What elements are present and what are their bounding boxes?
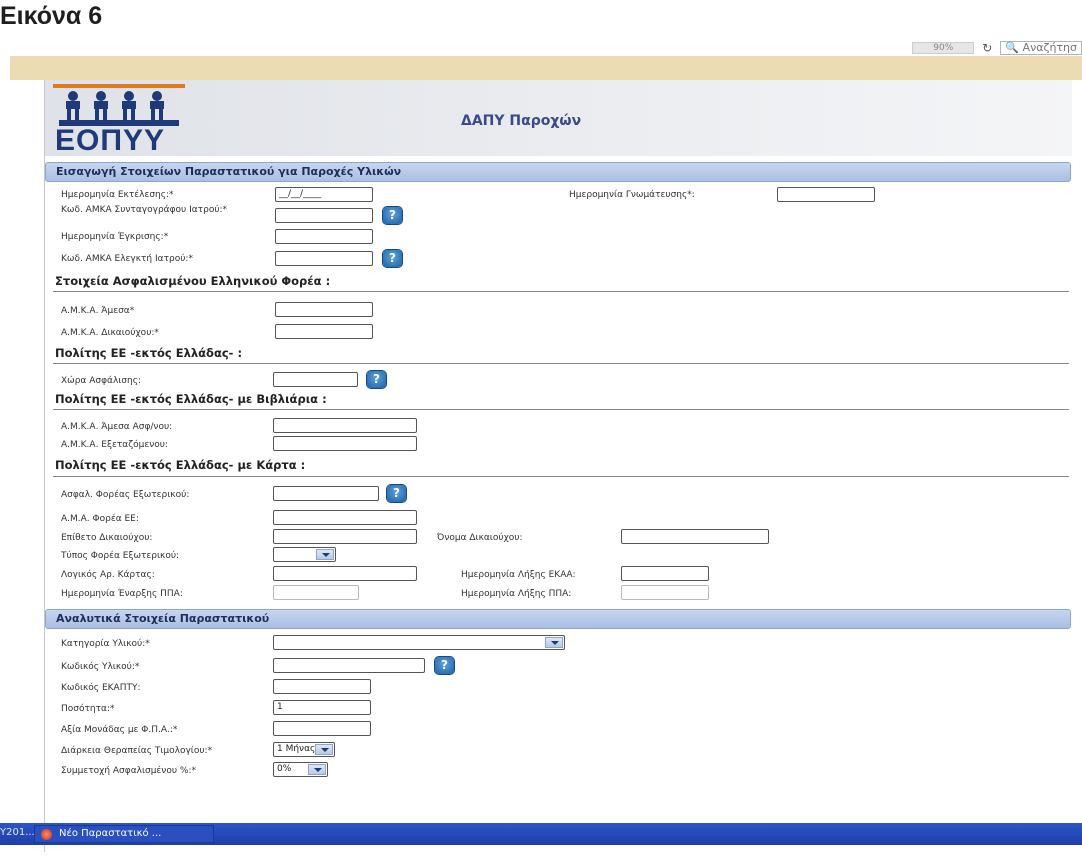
surname-label: Επίθετο Δικαιούχου:: [61, 533, 153, 543]
taskbar-left-item[interactable]: Y201...: [0, 827, 35, 838]
section-header-document-entry: Εισαγωγή Στοιχείων Παραστατικού για Παρο…: [45, 162, 1071, 182]
material-code-help-icon[interactable]: ?: [435, 657, 454, 674]
surname-input[interactable]: [273, 529, 417, 544]
controller-amka-input[interactable]: [275, 251, 373, 266]
eu-ama-label: Α.Μ.Α. Φορέα ΕΕ:: [61, 514, 139, 524]
quantity-label: Ποσότητα:*: [61, 704, 115, 714]
form-panel: ΕΟΠΥΥ ΔΑΠΥ Παροχών Εισαγωγή Στοιχείων Πα…: [44, 80, 1072, 852]
duration-label: Διάρκεια Θεραπείας Τιμολογίου:*: [61, 746, 213, 756]
foreign-fund-label: Ασφαλ. Φορέας Εξωτερικού:: [61, 490, 190, 500]
browser-toolbar: 90% ↻ 🔍 Αναζήτησ: [10, 40, 1082, 56]
category-select[interactable]: [273, 635, 565, 650]
browser-search-input[interactable]: 🔍 Αναζήτησ: [1000, 41, 1082, 55]
prescriber-amka-input[interactable]: [275, 208, 373, 223]
eu-book-heading: Πολίτης ΕΕ -εκτός Ελλάδας- με Βιβλιάρια …: [55, 392, 327, 406]
exec-date-input[interactable]: __/__/____: [275, 187, 373, 202]
app-title: ΔΑΠΥ Παροχών: [461, 113, 582, 129]
participation-select[interactable]: 0%: [273, 762, 328, 777]
opinion-date-label: Ημερομηνία Γνωμάτευσης*:: [569, 190, 695, 200]
direct-amka-label: Α.Μ.Κ.Α. Άμεσα*: [61, 306, 135, 316]
app-banner: ΕΟΠΥΥ ΔΑΠΥ Παροχών: [45, 80, 1072, 157]
approval-date-input[interactable]: [275, 229, 373, 244]
prescriber-amka-label: Κωδ. ΑΜΚΑ Συνταγογράφου Ιατρού:*: [61, 205, 228, 215]
ppa-expiry-label: Ημερομηνία Λήξης ΠΠΑ:: [461, 589, 572, 599]
duration-value: 1 Μήνας: [277, 744, 316, 754]
foreign-fund-help-icon[interactable]: ?: [387, 485, 406, 502]
ekapty-label: Κωδικός ΕΚΑΠΤΥ:: [61, 683, 141, 693]
figure-caption: Εικόνα 6: [0, 2, 103, 30]
logo-text: ΕΟΠΥΥ: [55, 124, 166, 157]
card-number-label: Λογικός Αρ. Κάρτας:: [61, 570, 155, 580]
card-number-input[interactable]: [273, 566, 417, 581]
taskbar-item-new-document[interactable]: Νέο Παραστατικό ...: [34, 825, 214, 843]
eu-ama-input[interactable]: [273, 510, 417, 525]
name-label: Όνομα Δικαιούχου:: [437, 533, 523, 543]
unit-value-label: Αξία Μονάδας με Φ.Π.Α.:*: [61, 725, 178, 735]
eu-card-heading: Πολίτης ΕΕ -εκτός Ελλάδας- με Κάρτα :: [55, 458, 306, 472]
divider: [53, 409, 1069, 410]
quantity-input[interactable]: 1: [273, 700, 371, 715]
zoom-level[interactable]: 90%: [912, 42, 975, 54]
country-help-icon[interactable]: ?: [367, 371, 386, 388]
unit-value-input[interactable]: [273, 721, 371, 736]
book-dependent-amka-label: Α.Μ.Κ.Α. Εξεταζόμενου:: [61, 440, 168, 450]
refresh-icon[interactable]: ↻: [982, 41, 992, 55]
fund-type-label: Τύπος Φορέα Εξωτερικού:: [61, 551, 180, 561]
name-input[interactable]: [621, 529, 769, 544]
participation-label: Συμμετοχή Ασφαλισμένου %:*: [61, 766, 196, 776]
book-direct-amka-input[interactable]: [273, 418, 417, 433]
eopyy-logo: ΕΟΠΥΥ: [53, 84, 185, 157]
prescriber-help-icon[interactable]: ?: [383, 207, 402, 224]
exec-date-label: Ημερομηνία Εκτέλεσης:*: [61, 190, 174, 200]
direct-amka-input[interactable]: [275, 302, 373, 317]
chevron-down-icon: [308, 764, 326, 775]
section-header-document-details: Αναλυτικά Στοιχεία Παραστατικού: [45, 609, 1071, 629]
opinion-date-input[interactable]: [777, 187, 875, 202]
divider: [53, 476, 1069, 477]
chevron-down-icon: [315, 744, 333, 755]
category-label: Κατηγορία Υλικού:*: [61, 639, 150, 649]
material-code-label: Κωδικός Υλικού:*: [61, 662, 140, 672]
ppa-start-input[interactable]: [273, 585, 359, 600]
country-input[interactable]: [273, 372, 358, 387]
screenshot: 90% ↻ 🔍 Αναζήτησ ΕΟΠΥΥ ΔΑΠΥ Παροχών Εισα…: [10, 40, 1082, 852]
participation-value: 0%: [277, 764, 292, 774]
chevron-down-icon: [545, 637, 563, 648]
beneficiary-amka-input[interactable]: [275, 324, 373, 339]
book-dependent-amka-input[interactable]: [273, 436, 417, 451]
material-code-input[interactable]: [273, 658, 425, 673]
ekaa-expiry-label: Ημερομηνία Λήξης ΕΚΑΑ:: [461, 570, 576, 580]
book-direct-amka-label: Α.Μ.Κ.Α. Άμεσα Ασφ/νου:: [61, 422, 173, 432]
country-label: Χώρα Ασφάλισης:: [61, 376, 142, 386]
eu-citizen-heading: Πολίτης ΕΕ -εκτός Ελλάδας- :: [55, 346, 243, 360]
fund-type-select[interactable]: [273, 547, 336, 562]
ppa-start-label: Ημερομηνία Έναρξης ΠΠΑ:: [61, 589, 183, 599]
search-icon: 🔍: [1005, 41, 1020, 54]
browser-app-icon: [41, 829, 52, 840]
ppa-expiry-input[interactable]: [621, 585, 709, 600]
duration-select[interactable]: 1 Μήνας: [273, 742, 335, 757]
beneficiary-amka-label: Α.Μ.Κ.Α. Δικαιούχου:*: [61, 328, 159, 338]
foreign-fund-input[interactable]: [273, 486, 379, 501]
controller-amka-label: Κωδ. ΑΜΚΑ Ελεγκτή Ιατρού:*: [61, 254, 193, 264]
divider: [53, 363, 1069, 364]
ekaa-expiry-input[interactable]: [621, 566, 709, 581]
windows-taskbar: Y201... Νέο Παραστατικό ...: [0, 823, 1082, 845]
controller-help-icon[interactable]: ?: [383, 250, 402, 267]
taskbar-item-label: Νέο Παραστατικό ...: [59, 828, 162, 839]
chevron-down-icon: [316, 549, 334, 560]
approval-date-label: Ημερομηνία Έγκρισης:*: [61, 232, 169, 242]
search-placeholder: Αναζήτησ: [1022, 41, 1077, 54]
browser-command-bar: [10, 56, 1082, 80]
divider: [53, 291, 1069, 292]
insured-greek-heading: Στοιχεία Ασφαλισμένου Ελληνικού Φορέα :: [55, 274, 331, 288]
ekapty-input[interactable]: [273, 679, 371, 694]
